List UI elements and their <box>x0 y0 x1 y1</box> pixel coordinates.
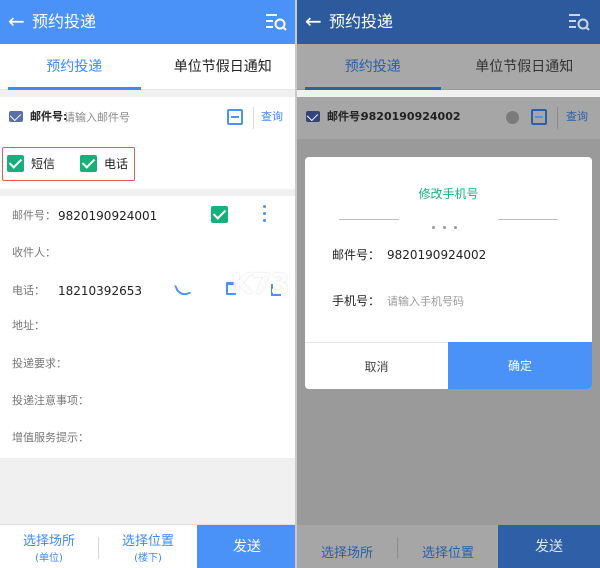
title-divider-left <box>339 219 399 220</box>
mail-item-card: 邮件号： 9820190924001 收件人： 电话： 18210392653 … <box>0 196 297 458</box>
query-button[interactable]: 查询 <box>261 109 283 125</box>
mail-icon <box>306 111 320 122</box>
mail-number-field-label: 邮件号： <box>12 209 56 222</box>
value-added-service-label: 增值服务提示： <box>12 431 89 444</box>
select-place-button[interactable]: 选择场所 <box>297 525 397 568</box>
more-vertical-icon[interactable] <box>263 205 267 225</box>
confirm-button[interactable]: 确定 <box>448 342 592 389</box>
scan-icon[interactable] <box>227 109 243 125</box>
mail-number-label: 邮件号: <box>327 110 365 123</box>
search-divider <box>253 107 254 129</box>
watermark-brand: K73 <box>231 267 290 300</box>
tab-bar: 预约投递 单位节假日通知 <box>297 44 600 90</box>
tab-appointment-delivery[interactable]: 预约投递 <box>0 44 149 90</box>
mail-number-value: 9820190924002 <box>361 110 461 123</box>
search-divider <box>557 107 558 129</box>
dialog-title: 修改手机号 <box>418 187 479 201</box>
select-position-value: (楼下) <box>134 553 162 564</box>
address-label: 地址： <box>12 319 45 332</box>
select-position-button[interactable]: 选择位置 <box>398 525 498 568</box>
select-place-label: 选择场所 <box>320 546 373 561</box>
title-divider-right <box>498 219 558 220</box>
select-position-button[interactable]: 选择位置 (楼下) <box>99 525 197 568</box>
phone-number-input[interactable] <box>387 291 567 311</box>
watermark-text: 游戏之家 <box>307 271 356 285</box>
dialog-mail-label: 邮件号： <box>332 248 381 262</box>
list-search-icon[interactable] <box>568 11 590 33</box>
send-button[interactable]: 发送 <box>197 525 297 568</box>
select-place-button[interactable]: 选择场所 (单位) <box>0 525 98 568</box>
clear-icon[interactable] <box>506 111 519 124</box>
bottom-action-bar: 选择场所 (单位) 选择位置 (楼下) 发送 <box>0 524 297 568</box>
arrow-left-icon[interactable]: ← <box>8 9 25 33</box>
select-position-label: 选择位置 <box>421 546 474 561</box>
phone-field-label: 电话： <box>12 284 45 297</box>
mail-icon <box>9 111 23 122</box>
phone-value: 18210392653 <box>58 284 142 298</box>
item-select-checkbox[interactable] <box>211 206 228 223</box>
phone-call-checkbox[interactable] <box>80 155 97 172</box>
select-place-value: (单位) <box>35 553 63 564</box>
tab-appointment-delivery[interactable]: 预约投递 <box>297 44 449 90</box>
page-title: 预约投递 <box>32 12 97 31</box>
mail-number-label: 邮件号: <box>30 110 68 123</box>
delivery-requirement-label: 投递要求： <box>12 357 67 370</box>
send-button[interactable]: 发送 <box>498 525 600 568</box>
mail-search-row: 邮件号: 9820190924002 查询 <box>297 97 600 139</box>
arrow-left-icon[interactable]: ← <box>305 9 322 33</box>
mail-number-input[interactable] <box>64 107 204 127</box>
mail-number-value: 9820190924001 <box>58 209 158 223</box>
app-header: ← 预约投递 <box>0 0 297 44</box>
app-header: ← 预约投递 <box>297 0 600 44</box>
page-title: 预约投递 <box>329 12 394 31</box>
tab-holiday-notice[interactable]: 单位节假日通知 <box>149 44 298 90</box>
cancel-button[interactable]: 取消 <box>305 342 448 389</box>
tab-holiday-notice[interactable]: 单位节假日通知 <box>449 44 600 90</box>
sms-checkbox[interactable] <box>7 155 24 172</box>
query-button[interactable]: 查询 <box>566 109 588 125</box>
mail-search-row: 邮件号: 查询 <box>0 97 297 139</box>
bottom-action-bar: 选择场所 选择位置 发送 <box>297 524 600 568</box>
tab-bar: 预约投递 单位节假日通知 <box>0 44 297 90</box>
watermark-url: .com <box>307 287 330 297</box>
delivery-notes-label: 投递注意事项： <box>12 394 89 407</box>
select-position-label: 选择位置 <box>121 534 174 549</box>
phone-call-label: 电话 <box>104 157 129 171</box>
notify-options-row: 短信 电话 <box>0 139 297 189</box>
select-place-label: 选择场所 <box>22 534 75 549</box>
title-dots <box>432 214 466 229</box>
list-search-icon[interactable] <box>265 11 287 33</box>
recipient-label: 收件人： <box>12 246 56 259</box>
dialog-mail-value: 9820190924002 <box>387 248 487 262</box>
scan-icon[interactable] <box>531 109 547 125</box>
phone-icon[interactable] <box>174 280 192 298</box>
watermark-logo: K73 游戏之家 .com <box>231 268 381 302</box>
sms-label: 短信 <box>31 157 56 171</box>
